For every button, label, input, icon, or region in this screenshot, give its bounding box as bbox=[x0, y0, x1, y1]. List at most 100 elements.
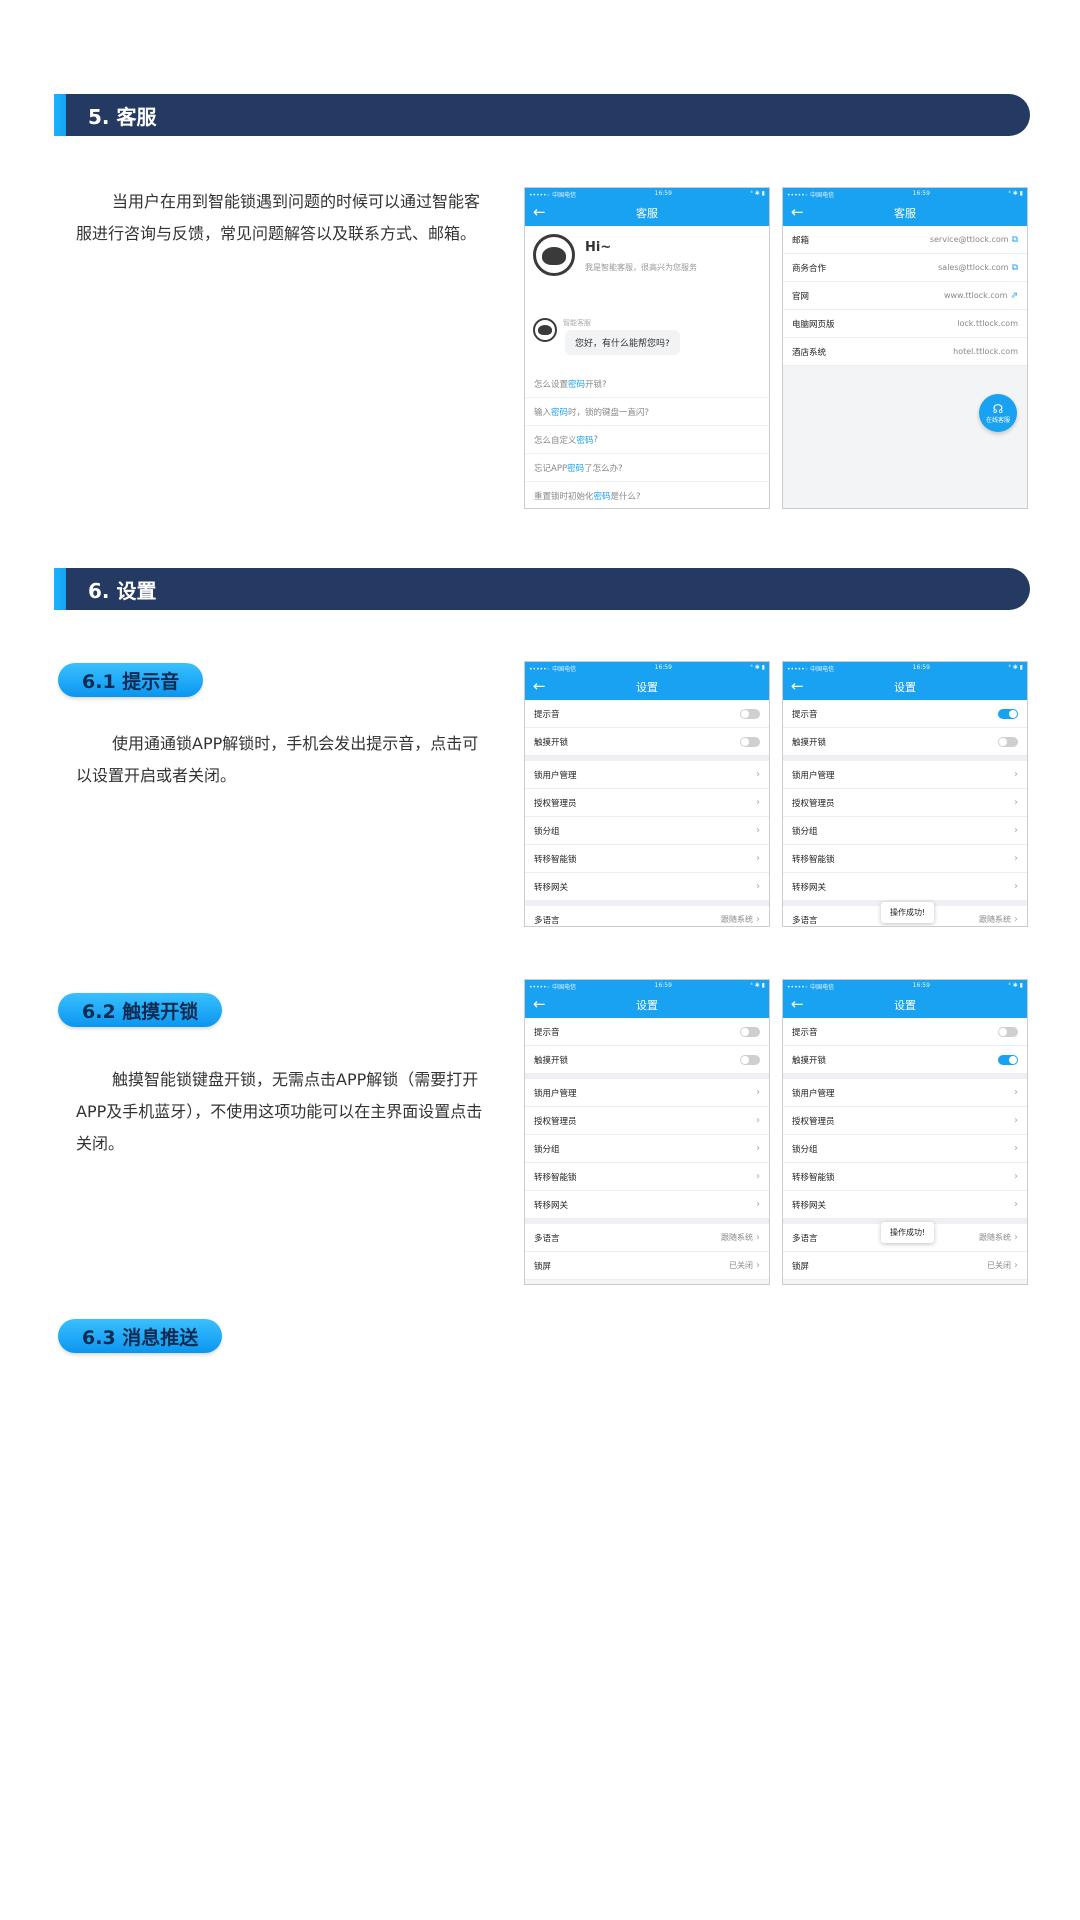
chevron-right-icon: › bbox=[1014, 1199, 1018, 1210]
nav-title: 客服 bbox=[894, 207, 916, 220]
page: 5. 客服 当用户在用到智能锁遇到问题的时候可以通过智能客服进行咨询与反馈，常见… bbox=[0, 0, 1080, 1920]
chevron-right-icon: › bbox=[1014, 1087, 1018, 1098]
touch-toggle[interactable] bbox=[740, 1054, 760, 1065]
setting-row[interactable]: 授权管理员 › bbox=[783, 789, 1027, 817]
touch-toggle[interactable] bbox=[998, 736, 1018, 747]
setting-row[interactable]: 锁用户管理 › bbox=[525, 761, 769, 789]
setting-row[interactable]: 授权管理员 › bbox=[783, 1107, 1027, 1135]
back-arrow-icon[interactable]: ← bbox=[533, 204, 546, 220]
sound-toggle[interactable] bbox=[998, 708, 1018, 719]
chevron-right-icon: › bbox=[1014, 1171, 1018, 1182]
chevron-right-icon: › bbox=[1014, 1232, 1018, 1243]
paragraph-text: 触摸智能锁键盘开锁，无需点击APP解锁（需要打开APP及手机蓝牙），不使用这项功… bbox=[76, 1070, 483, 1153]
faq-item[interactable]: 忘记APP 密码 了怎么办? bbox=[525, 454, 769, 482]
faq-item[interactable]: 重置锁时初始化 密码 是什么? bbox=[525, 482, 769, 508]
chevron-right-icon: › bbox=[756, 881, 760, 892]
setting-row[interactable]: 转移网关 › bbox=[525, 1191, 769, 1219]
greeting-title: Hi~ bbox=[585, 240, 612, 255]
nav-title: 设置 bbox=[636, 999, 658, 1012]
contact-row[interactable]: 酒店系统 hotel.ttlock.com bbox=[783, 338, 1027, 366]
chat-bubble: 您好，有什么能帮您吗? bbox=[565, 330, 680, 355]
touch-toggle[interactable] bbox=[998, 1054, 1018, 1065]
setting-row-touch: 触摸开锁 bbox=[783, 1046, 1027, 1074]
faq-item[interactable]: 输入 密码 时，锁的键盘一直闪? bbox=[525, 398, 769, 426]
back-arrow-icon[interactable]: ← bbox=[791, 204, 804, 220]
sound-toggle[interactable] bbox=[740, 708, 760, 719]
setting-row-language[interactable]: 多语言 跟随系统 › bbox=[525, 1224, 769, 1252]
setting-row[interactable]: 转移网关 › bbox=[525, 873, 769, 901]
sound-toggle[interactable] bbox=[998, 1026, 1018, 1037]
back-arrow-icon[interactable]: ← bbox=[533, 996, 546, 1012]
chevron-right-icon: › bbox=[1014, 853, 1018, 864]
back-arrow-icon[interactable]: ← bbox=[533, 678, 546, 694]
setting-row[interactable]: 锁用户管理 › bbox=[783, 761, 1027, 789]
faq-item[interactable]: 怎么自定义 密码? bbox=[525, 426, 769, 454]
setting-row[interactable]: 转移智能锁 › bbox=[783, 1163, 1027, 1191]
touch-toggle[interactable] bbox=[740, 736, 760, 747]
contact-row[interactable]: 商务合作 sales@ttlock.com ⧉ bbox=[783, 254, 1027, 282]
chevron-right-icon: › bbox=[756, 853, 760, 864]
section-header-5: 5. 客服 bbox=[54, 94, 1030, 136]
chevron-right-icon: › bbox=[756, 1087, 760, 1098]
chevron-right-icon: › bbox=[1014, 825, 1018, 836]
header-accent bbox=[54, 568, 66, 610]
chat-area: Hi~ 我是智能客服，很高兴为您服务 智能客服 您好，有什么能帮您吗? bbox=[525, 226, 769, 370]
setting-row[interactable]: 授权管理员 › bbox=[525, 789, 769, 817]
online-service-button[interactable]: ☊ 在线客服 bbox=[979, 394, 1017, 432]
bot-name: 智能客服 bbox=[563, 319, 591, 327]
sound-toggle[interactable] bbox=[740, 1026, 760, 1037]
status-bar: •••••◦ 中国电信 16:59 ⁴ ✱ ▮ bbox=[529, 982, 765, 991]
phone-screenshot-settings: •••••◦ 中国电信 16:59 ⁴ ✱ ▮ ← 设置 提示音 触摸开锁 锁用户… bbox=[524, 661, 770, 927]
chevron-right-icon: › bbox=[756, 1143, 760, 1154]
nav-title: 设置 bbox=[636, 681, 658, 694]
chevron-right-icon: › bbox=[1014, 914, 1018, 925]
chevron-right-icon: › bbox=[1014, 769, 1018, 780]
contact-row[interactable]: 电脑网页版 lock.ttlock.com bbox=[783, 310, 1027, 338]
success-toast: 操作成功! bbox=[881, 1222, 935, 1243]
headset-icon: ☊ bbox=[992, 401, 1004, 416]
section61-paragraph: 使用通通锁APP解锁时，手机会发出提示音，点击可以设置开启或者关闭。 bbox=[76, 728, 486, 792]
faq-item[interactable]: 怎么设置 密码 开锁? bbox=[525, 370, 769, 398]
setting-row-lockscreen[interactable]: 锁屏 已关闭 › bbox=[783, 1252, 1027, 1280]
paragraph-text: 使用通通锁APP解锁时，手机会发出提示音，点击可以设置开启或者关闭。 bbox=[76, 734, 479, 785]
copy-icon: ⧉ bbox=[1011, 234, 1018, 245]
setting-row[interactable]: 锁分组 › bbox=[525, 817, 769, 845]
back-arrow-icon[interactable]: ← bbox=[791, 996, 804, 1012]
subsection-pill-6-3: 6.3 消息推送 bbox=[58, 1319, 223, 1353]
copy-icon: ⧉ bbox=[1011, 262, 1018, 273]
app-header: •••••◦ 中国电信 16:59 ⁴ ✱ ▮ ← 设置 bbox=[783, 980, 1027, 1018]
contact-row[interactable]: 邮箱 service@ttlock.com ⧉ bbox=[783, 226, 1027, 254]
chevron-right-icon: › bbox=[756, 914, 760, 925]
setting-row[interactable]: 锁分组 › bbox=[525, 1135, 769, 1163]
setting-row[interactable]: 锁用户管理 › bbox=[783, 1079, 1027, 1107]
setting-row-language[interactable]: 多语言 跟随系统 › bbox=[525, 906, 769, 926]
back-arrow-icon[interactable]: ← bbox=[791, 678, 804, 694]
setting-row[interactable]: 转移智能锁 › bbox=[525, 1163, 769, 1191]
app-header: •••••◦ 中国电信 16:59 ⁴ ✱ ▮ ← 设置 bbox=[783, 662, 1027, 700]
status-bar: •••••◦ 中国电信 16:59 ⁴ ✱ ▮ bbox=[787, 664, 1023, 673]
setting-row[interactable]: 转移智能锁 › bbox=[783, 845, 1027, 873]
battery: ⁴ ✱ ▮ bbox=[750, 190, 765, 197]
setting-row[interactable]: 锁分组 › bbox=[783, 1135, 1027, 1163]
setting-row[interactable]: 授权管理员 › bbox=[525, 1107, 769, 1135]
success-toast: 操作成功! bbox=[881, 902, 935, 923]
setting-row[interactable]: 转移网关 › bbox=[783, 873, 1027, 901]
setting-row[interactable]: 锁分组 › bbox=[783, 817, 1027, 845]
status-bar: •••••◦ 中国电信 16:59 ⁴ ✱ ▮ bbox=[525, 188, 769, 200]
setting-row-sound: 提示音 bbox=[525, 1018, 769, 1046]
chevron-right-icon: › bbox=[1014, 1260, 1018, 1271]
setting-row[interactable]: 转移网关 › bbox=[783, 1191, 1027, 1219]
nav-title: 客服 bbox=[636, 207, 658, 220]
section-title: 5. 客服 bbox=[88, 104, 157, 129]
contact-row[interactable]: 官网 www.ttlock.com ⇗ bbox=[783, 282, 1027, 310]
chevron-right-icon: › bbox=[756, 797, 760, 808]
setting-row[interactable]: 锁用户管理 › bbox=[525, 1079, 769, 1107]
faq-list: 怎么设置 密码 开锁? 输入 密码 时，锁的键盘一直闪? 怎么自定义 密码? 忘记APP 密… bbox=[525, 370, 769, 508]
setting-row[interactable]: 转移智能锁 › bbox=[525, 845, 769, 873]
phone-screenshot-chat: •••••◦ 中国电信 16:59 ⁴ ✱ ▮ ← 客服 Hi~ 我是智能客服，… bbox=[524, 187, 770, 509]
setting-row-touch: 触摸开锁 bbox=[525, 1046, 769, 1074]
section62-paragraph: 触摸智能锁键盘开锁，无需点击APP解锁（需要打开APP及手机蓝牙），不使用这项功… bbox=[76, 1064, 486, 1160]
contact-list: 邮箱 service@ttlock.com ⧉ 商务合作 sales@ttlock.c… bbox=[783, 226, 1027, 366]
link-icon: ⇗ bbox=[1010, 290, 1018, 301]
setting-row-lockscreen[interactable]: 锁屏 已关闭 › bbox=[525, 1252, 769, 1280]
